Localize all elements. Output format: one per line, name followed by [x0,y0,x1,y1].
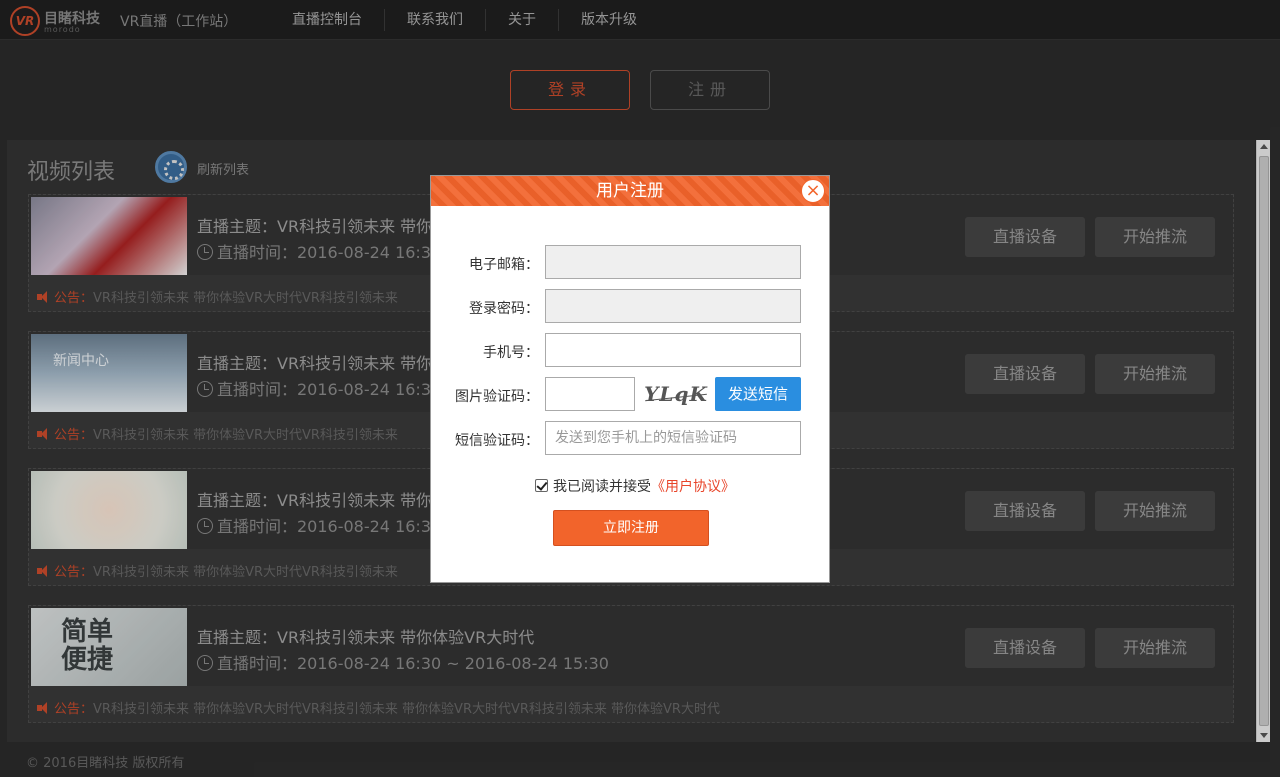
send-sms-button[interactable]: 发送短信 [715,377,801,411]
password-field[interactable] [545,289,801,323]
phone-label: 手机号： [483,345,539,361]
captcha-image[interactable]: YLqK [641,377,711,411]
modal-header: 用户注册 × [431,176,829,206]
sms-code-field[interactable]: 发送到您手机上的短信验证码 [545,421,801,455]
phone-field[interactable] [545,333,801,367]
agreement-row: 我已阅读并接受《用户协议》 [535,476,735,496]
captcha-label: 图片验证码： [455,389,539,405]
agree-text: 我已阅读并接受 [553,479,651,495]
user-agreement-link[interactable]: 《用户协议》 [651,479,735,495]
submit-register-button[interactable]: 立即注册 [553,510,709,546]
register-modal: 用户注册 × 电子邮箱： 登录密码： 手机号： 图片验证码： YLqK 发送短信… [430,175,830,583]
close-icon[interactable]: × [801,179,825,203]
email-label: 电子邮箱： [469,257,539,273]
agree-checkbox[interactable] [535,479,548,492]
sms-code-label: 短信验证码： [455,433,539,449]
email-field[interactable] [545,245,801,279]
password-label: 登录密码： [469,301,539,317]
captcha-input[interactable] [545,377,635,411]
modal-title: 用户注册 [596,181,664,201]
